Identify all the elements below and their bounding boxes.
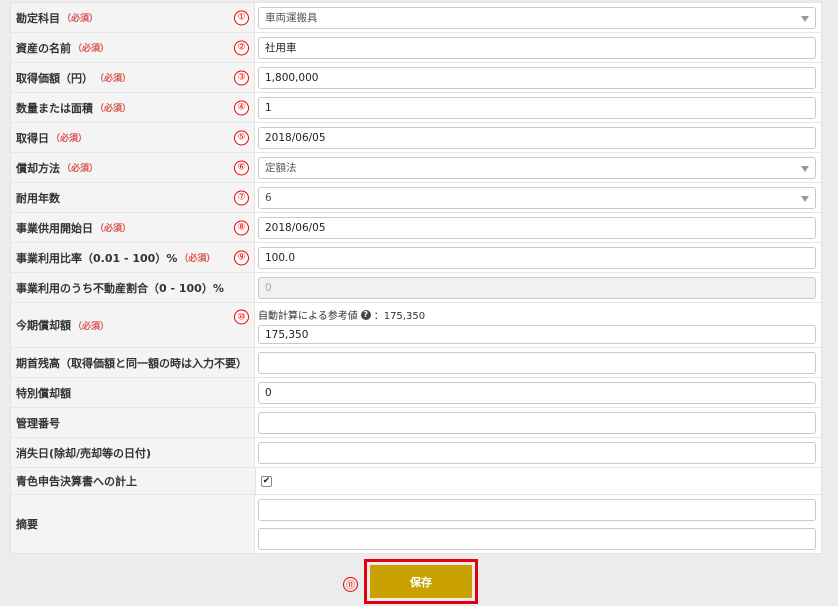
question-icon[interactable]: ?	[360, 309, 371, 320]
save-highlight: 保存	[364, 559, 478, 604]
annotation-number: ⑥	[234, 160, 249, 175]
row-business-use-ratio: 事業利用比率（0.01 - 100）% （必須） ⑨ 100.0	[11, 243, 821, 273]
row-blue-return: 青色申告決算書への計上 ✔	[11, 468, 821, 495]
service-start-date-label: 事業供用開始日 （必須） ⑧	[11, 213, 255, 242]
disposal-date-input[interactable]	[258, 441, 816, 464]
remarks-input-1[interactable]	[258, 499, 816, 521]
useful-life-label: 耐用年数 ⑦	[11, 183, 255, 212]
annotation-number: ⑤	[234, 130, 249, 145]
remarks-label: 摘要	[11, 495, 255, 553]
row-depreciation-method: 償却方法 （必須） ⑥ 定額法	[11, 153, 821, 183]
real-estate-ratio-input: 0	[258, 276, 816, 299]
asset-name-input[interactable]: 社用車	[258, 36, 816, 59]
acquisition-cost-label: 取得価額（円） （必須） ③	[11, 63, 255, 92]
row-acquisition-date: 取得日 （必須） ⑤ 2018/06/05	[11, 123, 821, 153]
acquisition-date-label: 取得日 （必須） ⑤	[11, 123, 255, 152]
chevron-down-icon	[801, 165, 809, 172]
opening-balance-input[interactable]	[258, 351, 816, 374]
row-special-depreciation: 特別償却額 0	[11, 378, 821, 408]
row-management-number: 管理番号	[11, 408, 821, 438]
annotation-number: ⑦	[234, 190, 249, 205]
service-start-date-input[interactable]: 2018/06/05	[258, 216, 816, 239]
opening-balance-label: 期首残高（取得価額と同一額の時は入力不要）	[11, 348, 255, 377]
row-service-start-date: 事業供用開始日 （必須） ⑧ 2018/06/05	[11, 213, 821, 243]
row-disposal-date: 消失日(除却/売却等の日付)	[11, 438, 821, 468]
remarks-input-2[interactable]	[258, 528, 816, 550]
row-current-depreciation: 今期償却額 （必須） ⑩ 自動計算による参考値 ? ：175,350 175,35…	[11, 303, 821, 348]
auto-calc-hint: 自動計算による参考値 ? ：175,350	[258, 309, 426, 322]
management-number-input[interactable]	[258, 411, 816, 434]
annotation-number: ⑩	[234, 309, 249, 325]
save-button[interactable]: 保存	[370, 565, 472, 598]
row-asset-name: 資産の名前 （必須） ② 社用車	[11, 33, 821, 63]
fixed-asset-form: 勘定科目 （必須） ① 車両運搬具 資産の名前 （必須） ② 社用車 取得価額（円）…	[10, 2, 822, 554]
annotation-number: ①	[234, 10, 249, 25]
chevron-down-icon	[801, 195, 809, 202]
business-use-ratio-label: 事業利用比率（0.01 - 100）% （必須） ⑨	[11, 243, 255, 272]
annotation-number: ⑧	[234, 220, 249, 235]
real-estate-ratio-label: 事業利用のうち不動産割合（0 - 100）%	[11, 273, 255, 302]
blue-return-checkbox[interactable]: ✔	[261, 475, 272, 487]
asset-name-label: 資産の名前 （必須） ②	[11, 33, 255, 62]
account-title-select[interactable]: 車両運搬具	[258, 6, 816, 29]
special-depreciation-label: 特別償却額	[11, 378, 255, 407]
annotation-number: ④	[234, 100, 249, 115]
management-number-label: 管理番号	[11, 408, 255, 437]
row-acquisition-cost: 取得価額（円） （必須） ③ 1,800,000	[11, 63, 821, 93]
useful-life-select[interactable]: 6	[258, 186, 816, 209]
acquisition-date-input[interactable]: 2018/06/05	[258, 126, 816, 149]
current-depreciation-input[interactable]: 175,350	[258, 325, 816, 344]
annotation-number: ③	[234, 70, 249, 85]
account-title-label: 勘定科目 （必須） ①	[11, 3, 255, 32]
row-useful-life: 耐用年数 ⑦ 6	[11, 183, 821, 213]
special-depreciation-input[interactable]: 0	[258, 381, 816, 404]
current-depreciation-label: 今期償却額 （必須） ⑩	[11, 303, 255, 347]
row-opening-balance: 期首残高（取得価額と同一額の時は入力不要）	[11, 348, 821, 378]
quantity-label: 数量または面積 （必須） ④	[11, 93, 255, 122]
row-real-estate-ratio: 事業利用のうち不動産割合（0 - 100）% 0	[11, 273, 821, 303]
blue-return-label: 青色申告決算書への計上	[11, 468, 256, 494]
chevron-down-icon	[801, 15, 809, 22]
row-quantity: 数量または面積 （必須） ④ 1	[11, 93, 821, 123]
annotation-number: ⑪	[343, 577, 358, 592]
acquisition-cost-input[interactable]: 1,800,000	[258, 66, 816, 89]
business-use-ratio-input[interactable]: 100.0	[258, 246, 816, 269]
disposal-date-label: 消失日(除却/売却等の日付)	[11, 438, 255, 467]
annotation-number: ②	[234, 40, 249, 55]
depreciation-method-select[interactable]: 定額法	[258, 156, 816, 179]
quantity-input[interactable]: 1	[258, 96, 816, 119]
row-remarks: 摘要	[11, 495, 821, 553]
annotation-number: ⑨	[234, 250, 249, 265]
depreciation-method-label: 償却方法 （必須） ⑥	[11, 153, 255, 182]
row-account-title: 勘定科目 （必須） ① 車両運搬具	[11, 3, 821, 33]
